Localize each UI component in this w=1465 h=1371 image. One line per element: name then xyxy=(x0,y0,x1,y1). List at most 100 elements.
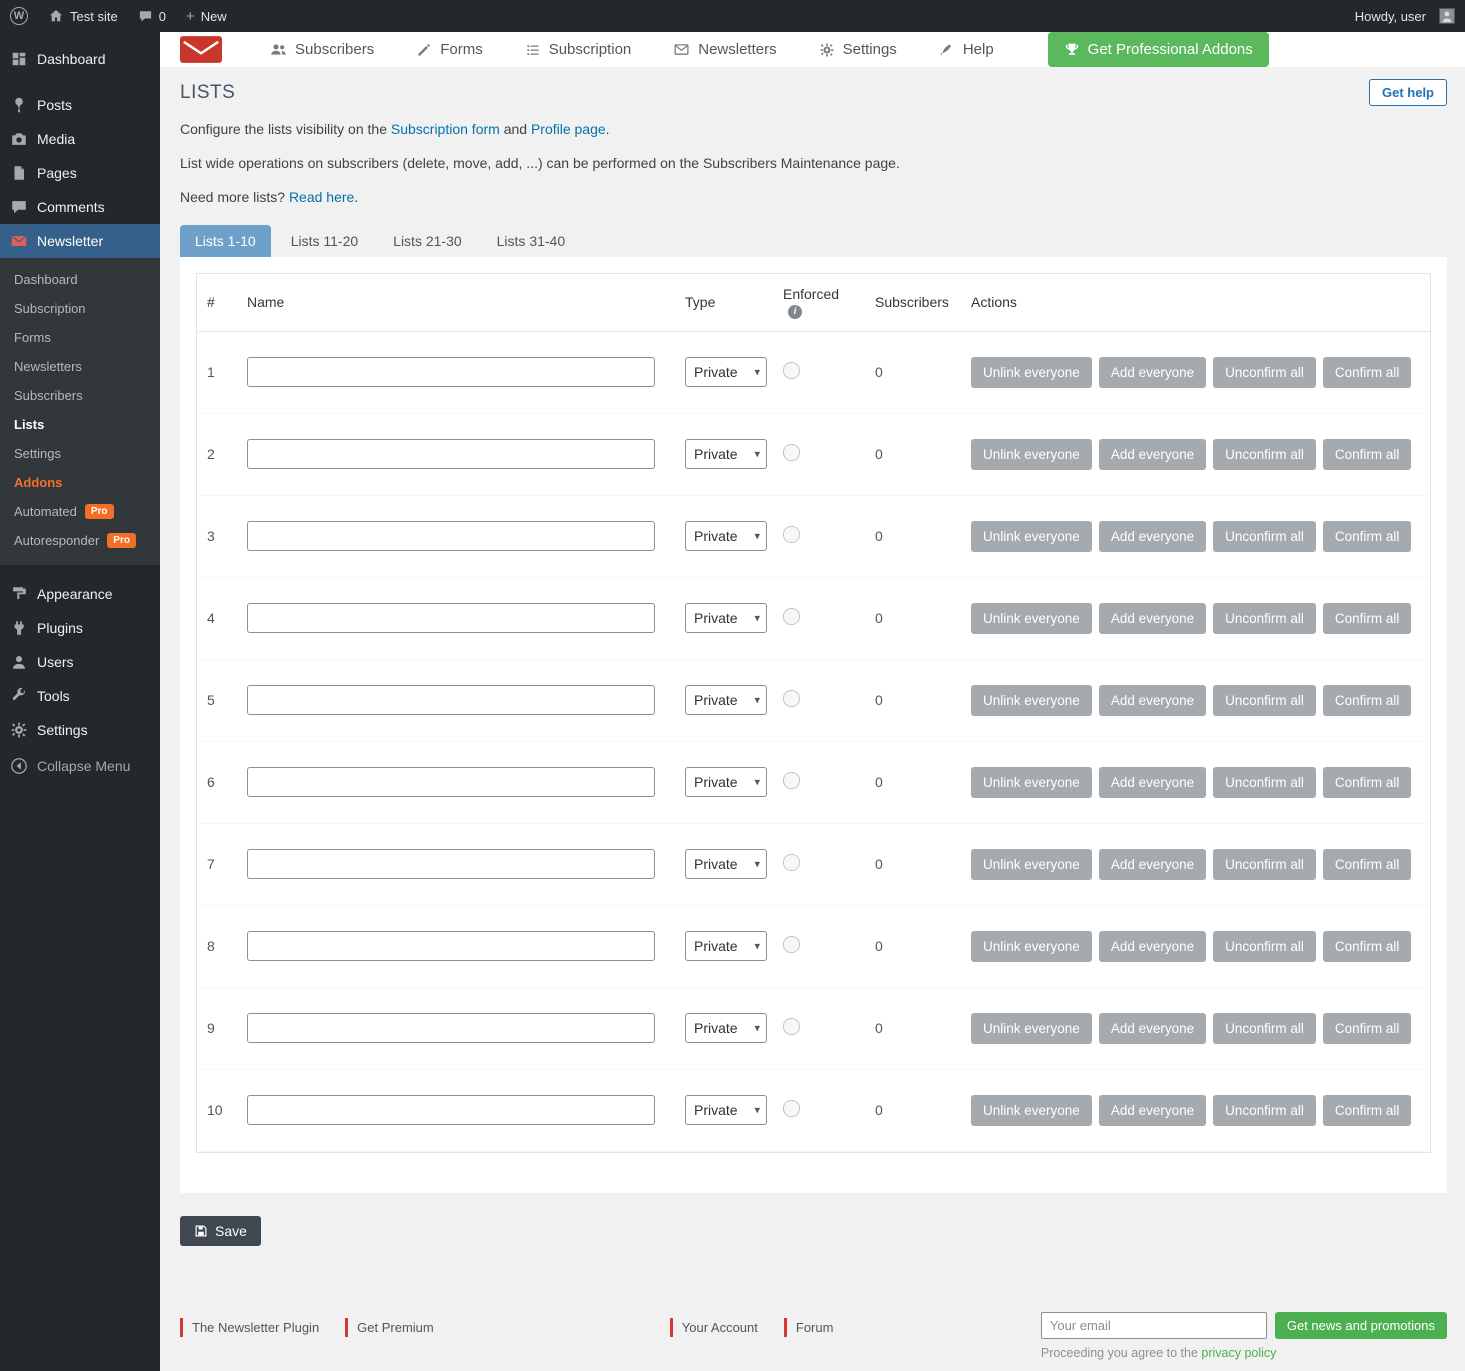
enforced-checkbox[interactable] xyxy=(783,1018,800,1035)
list-name-input[interactable] xyxy=(247,1013,655,1043)
nav-item-subscription[interactable]: Subscription xyxy=(525,41,632,58)
submenu-item-newsletters[interactable]: Newsletters xyxy=(0,352,160,381)
unconfirm-all-button[interactable]: Unconfirm all xyxy=(1213,849,1316,880)
new-content-menu[interactable]: + New xyxy=(176,0,237,32)
unconfirm-all-button[interactable]: Unconfirm all xyxy=(1213,1095,1316,1126)
unconfirm-all-button[interactable]: Unconfirm all xyxy=(1213,521,1316,552)
submenu-item-settings[interactable]: Settings xyxy=(0,439,160,468)
site-name-link[interactable]: Test site xyxy=(38,0,128,32)
sidebar-item-dashboard[interactable]: Dashboard xyxy=(0,42,160,76)
unlink-everyone-button[interactable]: Unlink everyone xyxy=(971,1095,1092,1126)
sidebar-item-media[interactable]: Media xyxy=(0,122,160,156)
add-everyone-button[interactable]: Add everyone xyxy=(1099,1013,1206,1044)
footer-link-account[interactable]: Your Account xyxy=(670,1318,758,1337)
enforced-checkbox[interactable] xyxy=(783,362,800,379)
unconfirm-all-button[interactable]: Unconfirm all xyxy=(1213,357,1316,388)
list-type-select[interactable]: Private xyxy=(685,521,767,551)
tab-lists-21-30[interactable]: Lists 21-30 xyxy=(378,225,476,257)
unconfirm-all-button[interactable]: Unconfirm all xyxy=(1213,439,1316,470)
sidebar-item-pages[interactable]: Pages xyxy=(0,156,160,190)
submenu-item-subscription[interactable]: Subscription xyxy=(0,294,160,323)
list-name-input[interactable] xyxy=(247,931,655,961)
unconfirm-all-button[interactable]: Unconfirm all xyxy=(1213,1013,1316,1044)
sidebar-item-tools[interactable]: Tools xyxy=(0,679,160,713)
read-here-link[interactable]: Read here xyxy=(289,189,354,205)
submenu-item-dashboard[interactable]: Dashboard xyxy=(0,265,160,294)
add-everyone-button[interactable]: Add everyone xyxy=(1099,767,1206,798)
enforced-checkbox[interactable] xyxy=(783,772,800,789)
get-professional-addons-button[interactable]: Get Professional Addons xyxy=(1048,32,1269,67)
list-type-select[interactable]: Private xyxy=(685,439,767,469)
list-type-select[interactable]: Private xyxy=(685,1095,767,1125)
sidebar-item-newsletter[interactable]: Newsletter xyxy=(0,224,160,258)
profile-page-link[interactable]: Profile page xyxy=(531,121,606,137)
footer-email-input[interactable] xyxy=(1041,1312,1267,1339)
list-type-select[interactable]: Private xyxy=(685,931,767,961)
add-everyone-button[interactable]: Add everyone xyxy=(1099,439,1206,470)
tab-lists-31-40[interactable]: Lists 31-40 xyxy=(482,225,580,257)
confirm-all-button[interactable]: Confirm all xyxy=(1323,849,1412,880)
enforced-checkbox[interactable] xyxy=(783,608,800,625)
enforced-checkbox[interactable] xyxy=(783,1100,800,1117)
list-name-input[interactable] xyxy=(247,603,655,633)
sidebar-item-settings[interactable]: Settings xyxy=(0,713,160,747)
confirm-all-button[interactable]: Confirm all xyxy=(1323,1013,1412,1044)
submenu-item-subscribers[interactable]: Subscribers xyxy=(0,381,160,410)
list-name-input[interactable] xyxy=(247,357,655,387)
wordpress-logo-menu[interactable]: W xyxy=(0,0,38,32)
unlink-everyone-button[interactable]: Unlink everyone xyxy=(971,603,1092,634)
list-name-input[interactable] xyxy=(247,685,655,715)
list-type-select[interactable]: Private xyxy=(685,685,767,715)
unlink-everyone-button[interactable]: Unlink everyone xyxy=(971,439,1092,470)
confirm-all-button[interactable]: Confirm all xyxy=(1323,357,1412,388)
footer-link-forum[interactable]: Forum xyxy=(784,1318,834,1337)
list-name-input[interactable] xyxy=(247,767,655,797)
comments-counter[interactable]: 0 xyxy=(128,0,176,32)
subscription-form-link[interactable]: Subscription form xyxy=(391,121,500,137)
nav-item-subscribers[interactable]: Subscribers xyxy=(270,41,374,58)
info-icon[interactable]: i xyxy=(788,305,802,319)
confirm-all-button[interactable]: Confirm all xyxy=(1323,685,1412,716)
list-name-input[interactable] xyxy=(247,439,655,469)
unconfirm-all-button[interactable]: Unconfirm all xyxy=(1213,767,1316,798)
enforced-checkbox[interactable] xyxy=(783,854,800,871)
list-name-input[interactable] xyxy=(247,521,655,551)
submenu-item-forms[interactable]: Forms xyxy=(0,323,160,352)
list-type-select[interactable]: Private xyxy=(685,1013,767,1043)
unconfirm-all-button[interactable]: Unconfirm all xyxy=(1213,603,1316,634)
my-account-menu[interactable]: Howdy, user xyxy=(1345,0,1465,32)
unlink-everyone-button[interactable]: Unlink everyone xyxy=(971,767,1092,798)
confirm-all-button[interactable]: Confirm all xyxy=(1323,521,1412,552)
add-everyone-button[interactable]: Add everyone xyxy=(1099,685,1206,716)
add-everyone-button[interactable]: Add everyone xyxy=(1099,357,1206,388)
enforced-checkbox[interactable] xyxy=(783,444,800,461)
nav-item-newsletters[interactable]: Newsletters xyxy=(673,41,776,58)
submenu-item-addons[interactable]: Addons xyxy=(0,468,160,497)
sidebar-item-posts[interactable]: Posts xyxy=(0,88,160,122)
sidebar-item-users[interactable]: Users xyxy=(0,645,160,679)
unlink-everyone-button[interactable]: Unlink everyone xyxy=(971,357,1092,388)
confirm-all-button[interactable]: Confirm all xyxy=(1323,439,1412,470)
unlink-everyone-button[interactable]: Unlink everyone xyxy=(971,849,1092,880)
list-type-select[interactable]: Private xyxy=(685,603,767,633)
nav-item-help[interactable]: Help xyxy=(939,41,994,58)
sidebar-item-comments[interactable]: Comments xyxy=(0,190,160,224)
sidebar-item-plugins[interactable]: Plugins xyxy=(0,611,160,645)
enforced-checkbox[interactable] xyxy=(783,526,800,543)
privacy-policy-link[interactable]: privacy policy xyxy=(1201,1346,1276,1360)
enforced-checkbox[interactable] xyxy=(783,936,800,953)
get-help-button[interactable]: Get help xyxy=(1369,79,1447,106)
submenu-item-autoresponder[interactable]: Autoresponder Pro xyxy=(0,526,160,555)
list-type-select[interactable]: Private xyxy=(685,767,767,797)
unlink-everyone-button[interactable]: Unlink everyone xyxy=(971,1013,1092,1044)
tab-lists-1-10[interactable]: Lists 1-10 xyxy=(180,225,271,257)
tab-lists-11-20[interactable]: Lists 11-20 xyxy=(276,225,373,257)
save-button[interactable]: Save xyxy=(180,1216,261,1246)
confirm-all-button[interactable]: Confirm all xyxy=(1323,767,1412,798)
nav-item-settings[interactable]: Settings xyxy=(819,41,897,58)
list-name-input[interactable] xyxy=(247,1095,655,1125)
unconfirm-all-button[interactable]: Unconfirm all xyxy=(1213,685,1316,716)
add-everyone-button[interactable]: Add everyone xyxy=(1099,603,1206,634)
confirm-all-button[interactable]: Confirm all xyxy=(1323,603,1412,634)
add-everyone-button[interactable]: Add everyone xyxy=(1099,521,1206,552)
